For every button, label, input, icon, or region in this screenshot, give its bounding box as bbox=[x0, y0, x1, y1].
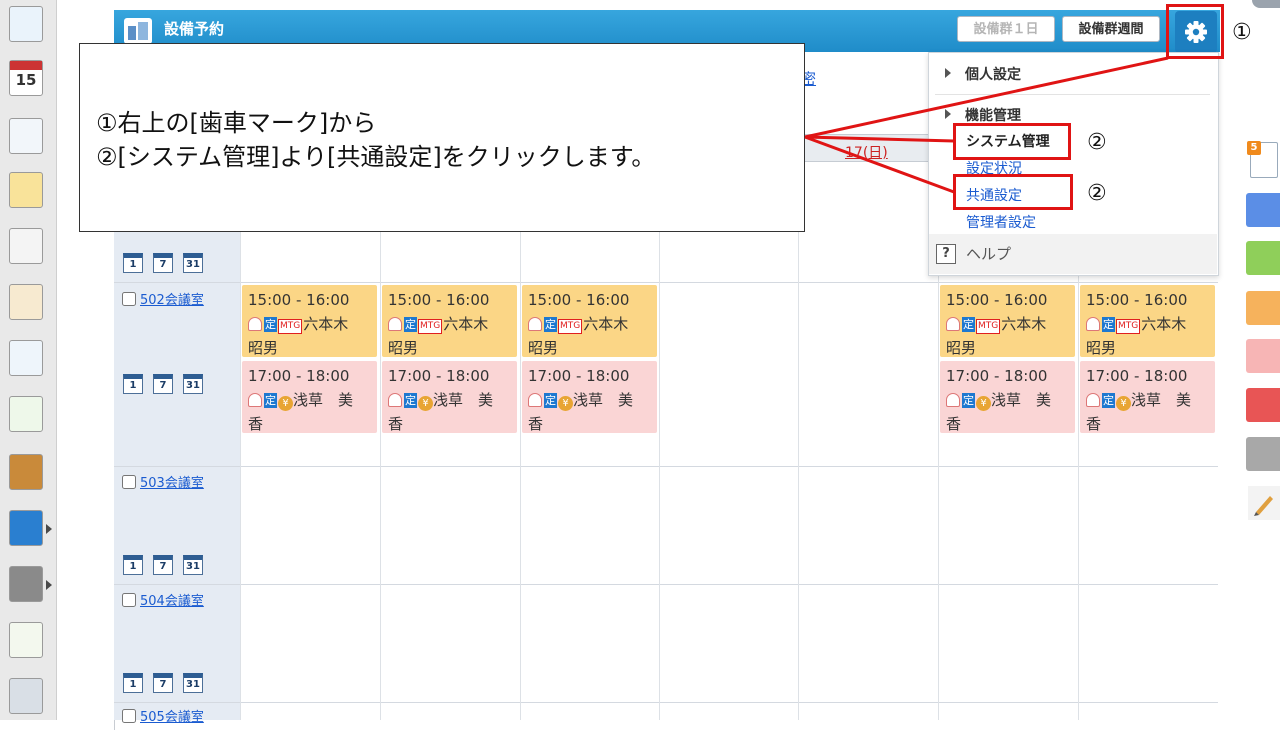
step-marker-2: ② bbox=[1087, 130, 1107, 155]
pencil-icon-svg bbox=[1254, 496, 1273, 516]
annotation-arrows bbox=[804, 56, 1169, 194]
color-tab-gray[interactable] bbox=[1246, 437, 1280, 471]
pencil-icon[interactable] bbox=[1248, 486, 1280, 520]
color-tab-green[interactable] bbox=[1246, 241, 1280, 275]
gear-highlight-box bbox=[1166, 4, 1224, 59]
color-tab-red[interactable] bbox=[1246, 388, 1280, 422]
step-marker-1: ① bbox=[1232, 20, 1252, 45]
common-settings-highlight-box bbox=[953, 174, 1073, 210]
system-management-highlight-box bbox=[953, 123, 1071, 160]
top-right-avatar[interactable] bbox=[1252, 0, 1280, 8]
notes-widget-icon[interactable]: 5 bbox=[1247, 141, 1278, 178]
color-tab-orange[interactable] bbox=[1246, 291, 1280, 325]
step-marker-2b: ② bbox=[1087, 181, 1107, 206]
color-tab-pink[interactable] bbox=[1246, 339, 1280, 373]
color-tab-blue[interactable] bbox=[1246, 193, 1280, 227]
